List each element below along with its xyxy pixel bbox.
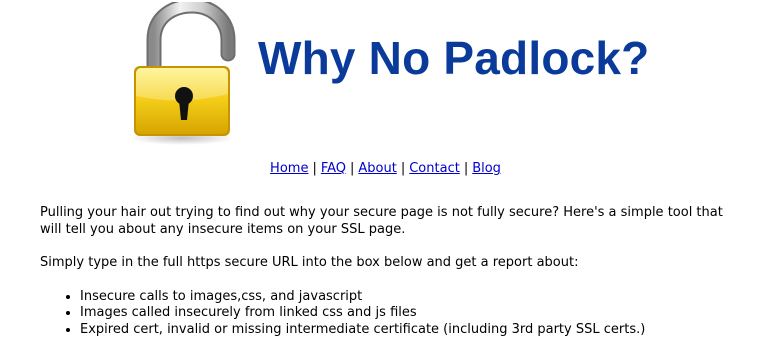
nav-separator: |	[312, 161, 317, 176]
list-item: Insecure calls to images,css, and javasc…	[80, 289, 740, 306]
padlock-logo-icon	[130, 2, 236, 145]
instructions-paragraph: Simply type in the full https secure URL…	[40, 255, 579, 270]
nav-link-blog[interactable]: Blog	[472, 161, 501, 176]
nav-separator: |	[400, 161, 406, 176]
header: Why No Padlock?	[0, 0, 771, 150]
list-item: Expired cert, invalid or missing interme…	[80, 322, 740, 339]
nav-link-contact[interactable]: Contact	[409, 161, 460, 176]
intro-paragraph: Pulling your hair out trying to find out…	[40, 205, 723, 237]
nav-separator: |	[350, 161, 355, 176]
main-nav: Home | FAQ | About | Contact | Blog	[0, 160, 771, 178]
page-title: Why No Padlock?	[258, 32, 650, 84]
nav-link-home[interactable]: Home	[270, 161, 308, 176]
list-item: Images called insecurely from linked css…	[80, 305, 740, 322]
nav-separator: |	[463, 161, 469, 176]
nav-link-about[interactable]: About	[358, 161, 396, 176]
nav-link-faq[interactable]: FAQ	[321, 161, 346, 176]
main-content: Pulling your hair out trying to find out…	[40, 205, 740, 338]
feature-list: Insecure calls to images,css, and javasc…	[40, 289, 740, 339]
